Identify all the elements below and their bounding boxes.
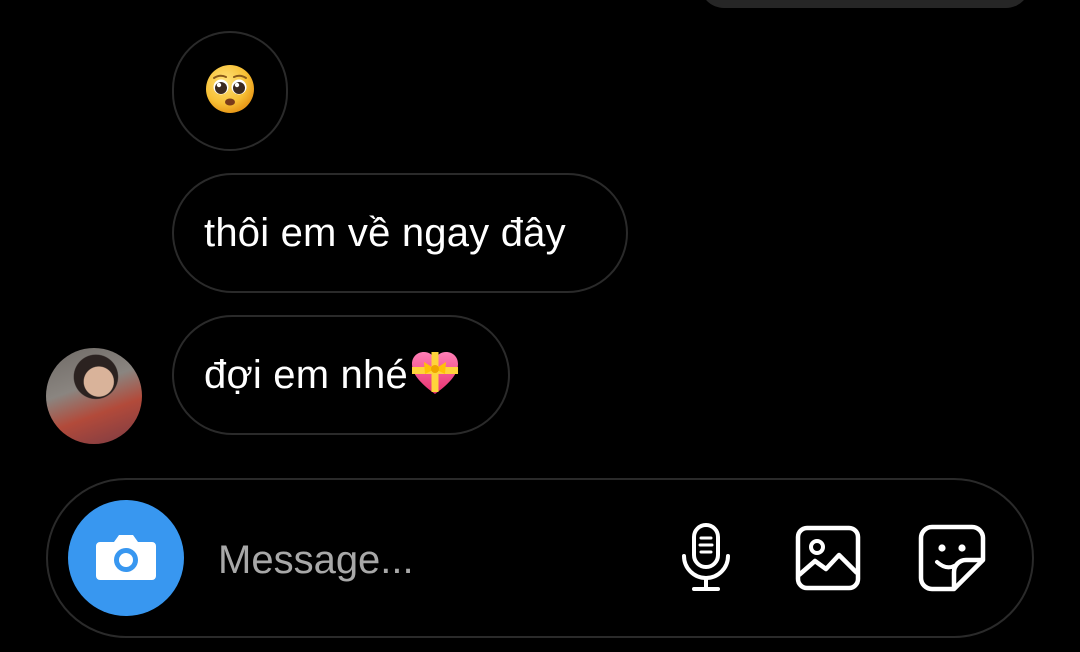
message-bubble-emoji[interactable] xyxy=(172,31,288,151)
sticker-icon xyxy=(918,524,986,597)
voice-message-button[interactable] xyxy=(670,522,742,599)
message-input[interactable] xyxy=(218,532,638,588)
pleading-face-emoji-icon xyxy=(204,63,256,120)
message-bubble[interactable]: thôi em về ngay đây xyxy=(172,173,628,293)
image-gallery-icon xyxy=(795,525,861,596)
message-text: đợi em nhé xyxy=(204,352,408,397)
heart-with-ribbon-emoji-icon xyxy=(410,350,460,401)
camera-icon xyxy=(94,530,158,587)
message-text: thôi em về ngay đây xyxy=(204,210,566,255)
avatar[interactable] xyxy=(46,348,142,444)
message-bubble[interactable]: đợi em nhé xyxy=(172,315,510,435)
previous-message-bubble xyxy=(700,0,1030,8)
camera-button[interactable] xyxy=(68,500,184,616)
gallery-button[interactable] xyxy=(792,524,864,596)
microphone-icon xyxy=(678,522,734,599)
sticker-button[interactable] xyxy=(916,524,988,596)
